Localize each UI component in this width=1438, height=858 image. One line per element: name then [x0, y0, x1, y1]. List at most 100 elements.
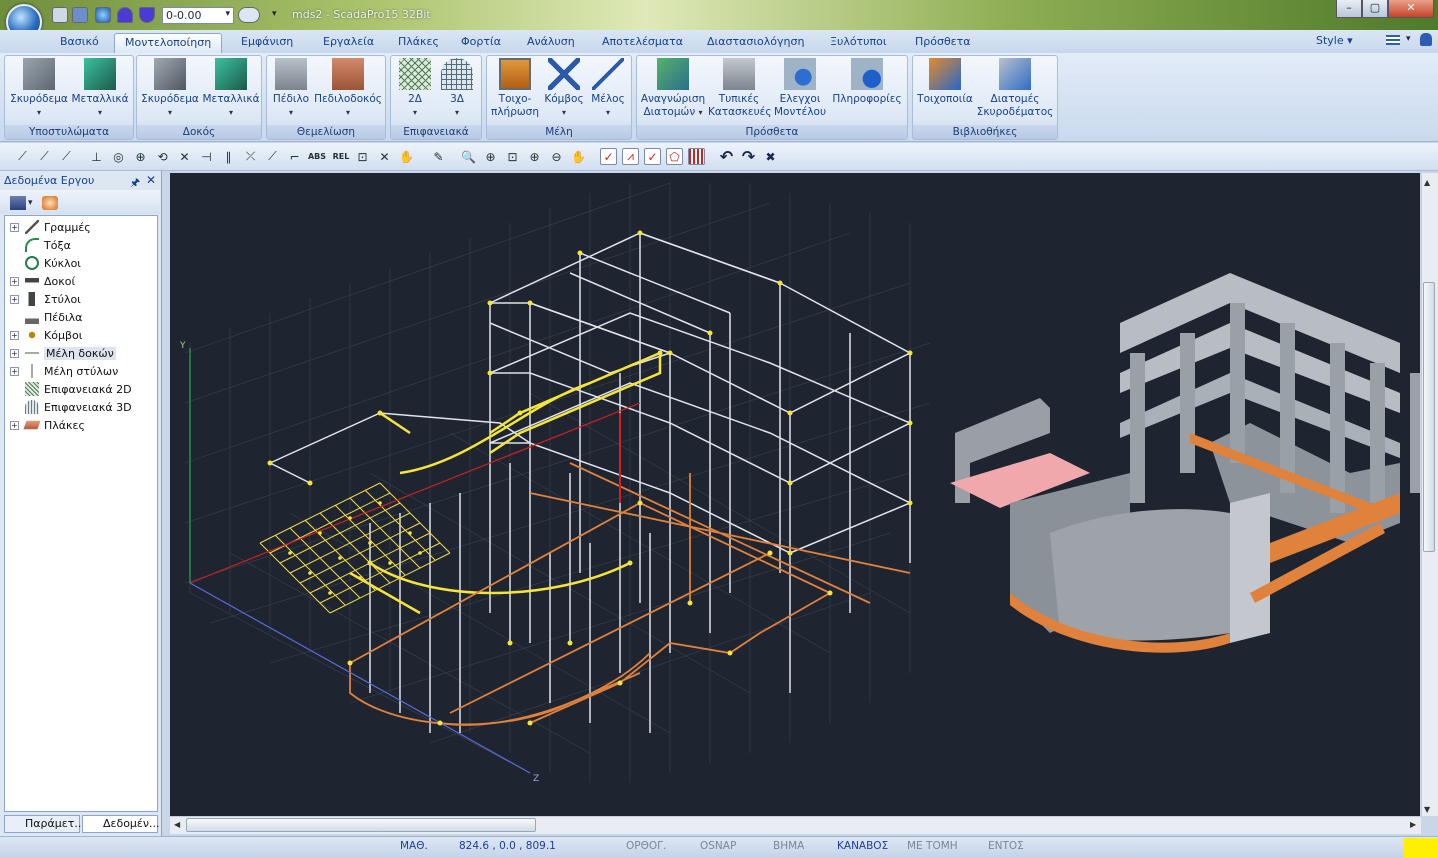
panel-close-icon[interactable]: ✕	[146, 173, 156, 187]
surface-3d-button[interactable]: 3Δ ▾	[436, 58, 478, 119]
line-angle-icon[interactable]: ⟋	[58, 148, 75, 165]
horizontal-scroll-thumb[interactable]	[186, 818, 536, 832]
surface-2d-button[interactable]: 2Δ ▾	[394, 58, 436, 119]
status-section[interactable]: ΜΕ ΤΟΜΗ	[907, 840, 958, 852]
zoom-window-icon[interactable]: 🔍	[460, 148, 477, 165]
status-grid[interactable]: ΚΑΝΑΒΟΣ	[837, 840, 888, 852]
redo-icon[interactable]: ↷	[740, 147, 757, 166]
cancel-icon[interactable]: ✖	[762, 148, 779, 165]
column-steel-button[interactable]: Μεταλλικά ▾	[70, 58, 130, 119]
extend-icon[interactable]: ⟋	[264, 148, 281, 165]
tree-item-surfaces-2d[interactable]: Επιφανειακά 2D	[10, 380, 132, 398]
minimize-button[interactable]: –	[1336, 0, 1362, 18]
infill-wall-button[interactable]: Τοιχο-πλήρωση	[488, 58, 542, 119]
undo-icon[interactable]: ↶	[718, 147, 735, 166]
tab-results[interactable]: Αποτελέσματα	[592, 33, 693, 53]
graph-icon[interactable]: ⩘	[622, 148, 639, 165]
info-button[interactable]: Πληροφορίες	[830, 58, 904, 106]
zoom-plus-icon[interactable]: ⊕	[526, 148, 543, 165]
tab-modeling[interactable]: Μοντελοποίηση	[114, 33, 223, 53]
beam-concrete-button[interactable]: Σκυρόδεμα ▾	[139, 58, 201, 119]
scroll-left-icon[interactable]: ◀	[174, 820, 180, 829]
circle-center-icon[interactable]: ◎	[110, 148, 127, 165]
corner-icon[interactable]: ⌐	[286, 148, 303, 165]
tree-view-dropdown-icon[interactable]: ▾	[28, 198, 33, 208]
pan-icon[interactable]: ✋	[398, 148, 415, 165]
maximize-button[interactable]: ▢	[1362, 0, 1388, 18]
layer-select[interactable]: 0-0.00	[162, 7, 234, 24]
model-checks-button[interactable]: Ελεγχοι Μοντέλου	[771, 58, 829, 119]
tree-item-footings[interactable]: Πέδιλα	[10, 308, 82, 326]
tie-beam-button[interactable]: Πεδιλοδοκός ▾	[313, 58, 383, 119]
tree-item-beam-members[interactable]: + Μέλη δοκών	[10, 344, 116, 362]
tree-item-columns[interactable]: + Στύλοι	[10, 290, 81, 308]
line-icon[interactable]: ⟋	[14, 148, 31, 165]
zoom-extents-icon[interactable]: ⊡	[504, 148, 521, 165]
scroll-right-icon[interactable]: ▶	[1410, 820, 1416, 829]
tree-view-icon[interactable]	[10, 196, 26, 210]
zoom-out-icon[interactable]: ⊖	[548, 148, 565, 165]
perpendicular-icon[interactable]: ⊥	[88, 148, 105, 165]
tab-view[interactable]: Εμφάνιση	[231, 33, 303, 53]
refresh-icon[interactable]	[42, 196, 58, 210]
arrow-down-icon[interactable]	[139, 7, 155, 23]
concrete-sections-button[interactable]: Διατομές Σκυροδέματος	[976, 58, 1054, 119]
parallel-icon[interactable]: ∥	[220, 148, 237, 165]
node-button[interactable]: Κόμβος ▾	[543, 58, 585, 119]
status-osnap[interactable]: OSNAP	[700, 840, 736, 852]
globe-icon[interactable]	[95, 7, 111, 23]
tree-item-beams[interactable]: + Δοκοί	[10, 272, 75, 290]
tab-design[interactable]: Διαστασιολόγηση	[697, 33, 814, 53]
eye-icon[interactable]	[238, 7, 260, 23]
tree-item-circles[interactable]: Κύκλοι	[10, 254, 81, 272]
qat-dropdown-icon[interactable]: ▾	[272, 9, 277, 19]
tree-item-column-members[interactable]: + Μέλη στύλων	[10, 362, 118, 380]
help-icon[interactable]	[1420, 33, 1432, 46]
tab-slabs[interactable]: Πλάκες	[388, 33, 449, 53]
style-menu[interactable]: Style ▾	[1316, 34, 1353, 47]
pen-icon[interactable]: ✎	[430, 148, 447, 165]
column-concrete-button[interactable]: Σκυρόδεμα ▾	[8, 58, 70, 119]
check-icon[interactable]: ✓	[600, 148, 617, 165]
scroll-up-icon[interactable]: ▲	[1424, 178, 1430, 187]
trim-icon[interactable]: ⤫	[242, 148, 259, 165]
tab-addons[interactable]: Πρόσθετα	[905, 33, 981, 53]
midpoint-icon[interactable]: ⊣	[198, 148, 215, 165]
masonry-button[interactable]: Τοιχοποιία	[914, 58, 976, 106]
check-box-icon[interactable]: ✓	[644, 148, 661, 165]
abs-button[interactable]: ABS	[306, 148, 328, 165]
status-math[interactable]: ΜΑΘ.	[400, 840, 428, 852]
status-within[interactable]: ΕΝΤΟΣ	[988, 840, 1024, 852]
tab-analysis[interactable]: Ανάλυση	[517, 33, 585, 53]
tab-data[interactable]: Δεδομέν...	[82, 815, 160, 833]
target-icon[interactable]: ⊕	[132, 148, 149, 165]
section-recognition-button[interactable]: Αναγνώριση Διατομών ▾	[639, 58, 707, 119]
tree-item-arcs[interactable]: Τόξα	[10, 236, 71, 254]
scroll-down-icon[interactable]: ▼	[1424, 805, 1430, 814]
language-dropdown-icon[interactable]: ▾	[1406, 34, 1411, 44]
intersection-icon[interactable]: ✕	[176, 148, 193, 165]
tab-formwork[interactable]: Ξυλότυποι	[820, 33, 897, 53]
status-ortho[interactable]: ΟΡΘΟΓ.	[626, 840, 666, 852]
status-step[interactable]: ΒΗΜΑ	[773, 840, 804, 852]
rel-button[interactable]: REL	[330, 148, 352, 165]
footing-button[interactable]: Πέδιλο ▾	[270, 58, 312, 119]
tree-item-slabs[interactable]: + Πλάκες	[10, 416, 85, 434]
vertical-scroll-thumb[interactable]	[1423, 282, 1435, 552]
tab-tools[interactable]: Εργαλεία	[313, 33, 384, 53]
zoom-in-icon[interactable]: ⊕	[482, 148, 499, 165]
rotate-icon[interactable]: ⟲	[154, 148, 171, 165]
tree-item-surfaces-3d[interactable]: Επιφανειακά 3D	[10, 398, 132, 416]
grid-pattern-icon[interactable]	[688, 148, 705, 165]
tree-item-lines[interactable]: + Γραμμές	[10, 218, 91, 236]
arrow-up-icon[interactable]	[117, 7, 133, 23]
polyline-icon[interactable]: ⟋	[36, 148, 53, 165]
typical-structures-button[interactable]: Τυπικές Κατασκευές	[708, 58, 771, 119]
flag-icon[interactable]	[1386, 35, 1400, 45]
hand-pan-icon[interactable]: ✋	[570, 148, 587, 165]
pentagon-icon[interactable]: ⬠	[666, 148, 683, 165]
tab-basic[interactable]: Βασικό	[50, 33, 109, 53]
print-icon[interactable]	[52, 7, 68, 23]
tab-parameters[interactable]: Παράμετ...	[4, 815, 85, 833]
tab-loads[interactable]: Φορτία	[451, 33, 511, 53]
